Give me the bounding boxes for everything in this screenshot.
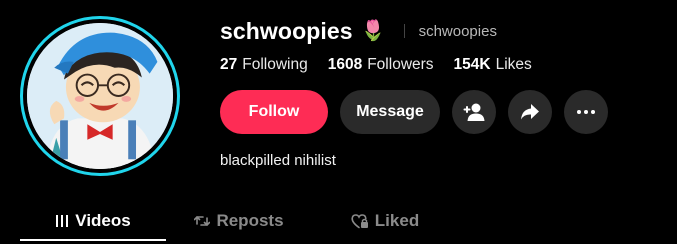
tab-liked[interactable]: Liked — [312, 203, 458, 239]
profile-info: schwoopies 🌷 schwoopies 27 Following 160… — [220, 14, 608, 169]
stat-followers[interactable]: 1608 Followers — [328, 56, 434, 74]
stat-label: Followers — [367, 56, 434, 73]
username-handle: schwoopies — [418, 22, 497, 40]
stats-row: 27 Following 1608 Followers 154K Likes — [220, 56, 608, 74]
avatar-image — [27, 23, 173, 169]
heart-lock-icon — [351, 213, 368, 228]
stat-likes: 154K Likes — [454, 56, 532, 74]
more-icon — [577, 110, 595, 114]
add-friend-button[interactable] — [452, 90, 496, 134]
tab-reposts[interactable]: Reposts — [166, 203, 312, 239]
stat-value: 154K — [453, 56, 491, 73]
avatar[interactable] — [27, 23, 173, 169]
action-buttons: Follow Message — [220, 90, 608, 134]
display-name: schwoopies — [220, 17, 353, 44]
stat-label: Likes — [495, 56, 532, 73]
grid-icon — [56, 215, 69, 227]
profile-bio: blackpilled nihilist — [220, 152, 336, 169]
tab-label: Liked — [374, 211, 420, 230]
profile-tabs: Videos Reposts Liked — [20, 203, 458, 241]
share-button[interactable] — [508, 90, 552, 134]
message-button[interactable]: Message — [340, 90, 440, 134]
name-divider — [403, 24, 405, 38]
repost-icon — [194, 216, 211, 226]
avatar-ring[interactable] — [20, 16, 180, 176]
name-row: schwoopies 🌷 schwoopies — [220, 14, 608, 48]
add-friend-icon — [463, 103, 485, 121]
stat-value: 1608 — [327, 56, 363, 73]
stat-following[interactable]: 27 Following — [220, 56, 308, 74]
tab-label: Videos — [75, 211, 131, 230]
follow-button[interactable]: Follow — [220, 90, 328, 134]
tulip-emoji: 🌷 — [360, 20, 386, 42]
share-icon — [521, 104, 539, 120]
more-options-button[interactable] — [564, 90, 608, 134]
stat-value: 27 — [220, 56, 238, 73]
stat-label: Following — [242, 56, 308, 73]
tab-videos[interactable]: Videos — [20, 203, 166, 241]
tab-label: Reposts — [216, 211, 284, 230]
